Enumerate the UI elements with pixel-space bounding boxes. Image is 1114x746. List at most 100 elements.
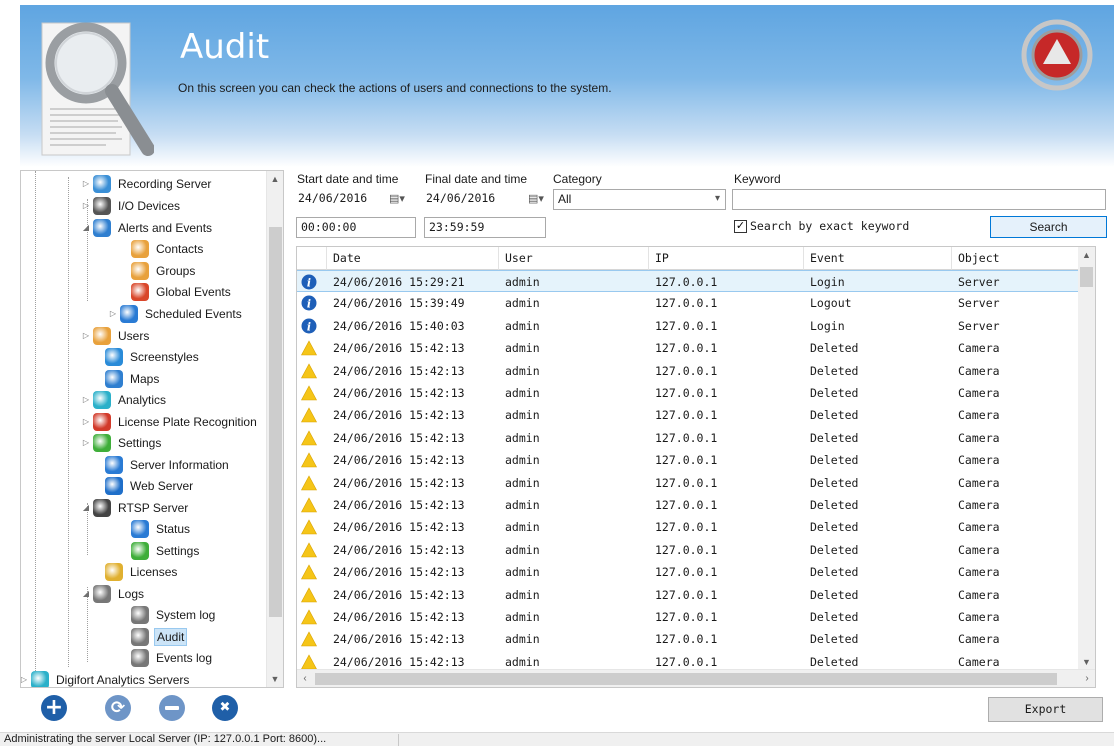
grid-header-object[interactable]: Object xyxy=(952,247,1081,270)
tree-item-recording-server[interactable]: ▷ Recording Server xyxy=(81,173,213,194)
start-time-input[interactable]: 00:00:00 xyxy=(296,217,416,238)
table-row[interactable]: 24/06/2016 15:42:13 admin 127.0.0.1 Deleted… xyxy=(297,606,1081,628)
tree-item-digifort-analytics-servers[interactable]: ▷ Digifort Analytics Servers xyxy=(21,669,191,687)
table-row[interactable]: 24/06/2016 15:42:13 admin 127.0.0.1 Deleted… xyxy=(297,337,1081,359)
recording-server-icon xyxy=(93,174,111,193)
final-time-input[interactable]: 23:59:59 xyxy=(424,217,546,238)
audit-grid[interactable]: Date User IP Event Object i 24/06/2016 15… xyxy=(296,246,1096,688)
table-row[interactable]: 24/06/2016 15:42:13 admin 127.0.0.1 Deleted… xyxy=(297,561,1081,583)
licenses-icon xyxy=(105,562,123,581)
exact-keyword-checkbox[interactable]: ✓ xyxy=(734,220,747,233)
tree-item-maps[interactable]: Maps xyxy=(93,368,161,389)
table-row[interactable]: 24/06/2016 15:42:13 admin 127.0.0.1 Deleted… xyxy=(297,360,1081,382)
search-button[interactable]: Search xyxy=(990,216,1107,238)
scroll-down-icon[interactable]: ▼ xyxy=(1078,654,1095,670)
expand-toggle-icon[interactable]: ▷ xyxy=(108,309,118,318)
tree-scroll-thumb[interactable] xyxy=(269,227,282,617)
tree-item-system-log[interactable]: System log xyxy=(119,604,217,625)
calendar-dropdown-icon[interactable]: ▤▾ xyxy=(389,192,405,205)
cell-ip: 127.0.0.1 xyxy=(655,386,718,400)
expand-toggle-icon[interactable]: ◢ xyxy=(81,589,91,598)
tree-item-users[interactable]: ▷ Users xyxy=(81,325,151,346)
tree-item-alerts-and-events[interactable]: ◢ Alerts and Events xyxy=(81,217,214,238)
table-row[interactable]: 24/06/2016 15:42:13 admin 127.0.0.1 Deleted… xyxy=(297,584,1081,606)
tree-item-events-log[interactable]: Events log xyxy=(119,647,214,668)
table-row[interactable]: 24/06/2016 15:42:13 admin 127.0.0.1 Deleted… xyxy=(297,628,1081,650)
tree-item-licenses[interactable]: Licenses xyxy=(93,561,179,582)
calendar-dropdown-icon[interactable]: ▤▾ xyxy=(528,192,544,205)
remove-button[interactable] xyxy=(159,695,185,721)
grid-header-ip[interactable]: IP xyxy=(649,247,804,270)
table-row[interactable]: 24/06/2016 15:42:13 admin 127.0.0.1 Deleted… xyxy=(297,382,1081,404)
expand-toggle-icon[interactable]: ◢ xyxy=(81,503,91,512)
expand-toggle-icon[interactable]: ▷ xyxy=(81,438,91,447)
expand-toggle-icon[interactable]: ▷ xyxy=(21,675,29,684)
tree-item-settings[interactable]: Settings xyxy=(119,540,201,561)
expand-toggle-icon[interactable]: ◢ xyxy=(81,223,91,232)
grid-header-user[interactable]: User xyxy=(499,247,649,270)
license-plate-icon xyxy=(93,412,111,431)
grid-vertical-thumb[interactable] xyxy=(1080,267,1093,287)
tree-item-contacts[interactable]: Contacts xyxy=(119,238,205,259)
cell-ip: 127.0.0.1 xyxy=(655,475,718,490)
scroll-up-icon[interactable]: ▲ xyxy=(267,171,283,187)
analytics-servers-icon xyxy=(31,670,49,687)
export-button[interactable]: Export xyxy=(988,697,1103,722)
tree-item-audit[interactable]: Audit xyxy=(119,626,188,647)
expand-toggle-icon[interactable]: ▷ xyxy=(81,417,91,426)
tree-item-scheduled-events[interactable]: ▷ Scheduled Events xyxy=(108,303,244,324)
tree-scrollbar[interactable]: ▲ ▼ xyxy=(266,171,283,687)
tree-item-status[interactable]: Status xyxy=(119,518,192,539)
chevron-down-icon[interactable]: ▾ xyxy=(715,193,720,204)
cell-user: admin xyxy=(505,341,540,356)
tree-item-groups[interactable]: Groups xyxy=(119,260,197,281)
expand-toggle-icon[interactable]: ▷ xyxy=(81,331,91,340)
grid-horizontal-scrollbar[interactable]: ‹ › xyxy=(297,669,1095,687)
table-row[interactable]: i 24/06/2016 15:40:03 admin 127.0.0.1 Login S… xyxy=(297,315,1081,337)
tree-item-web-server[interactable]: Web Server xyxy=(93,475,195,496)
tree-item-logs[interactable]: ◢ Logs xyxy=(81,583,146,604)
navigation-tree[interactable]: ▷ Recording Server ▷ I/O Devices ◢ Alerts and… xyxy=(20,170,284,688)
tree-item-analytics[interactable]: ▷ Analytics xyxy=(81,389,168,410)
page-header: Audit On this screen you can check the a… xyxy=(20,5,1114,167)
grid-header-event[interactable]: Event xyxy=(804,247,952,270)
add-button[interactable]: + xyxy=(41,695,67,721)
cell-ip: 127.0.0.1 xyxy=(655,587,718,602)
tree-item-license-plate-recognition[interactable]: ▷ License Plate Recognition xyxy=(81,411,259,432)
tree-item-label: Scheduled Events xyxy=(145,306,242,321)
status-bar: Administrating the server Local Server (… xyxy=(0,732,1114,746)
table-row[interactable]: 24/06/2016 15:42:13 admin 127.0.0.1 Deleted… xyxy=(297,494,1081,516)
scroll-left-icon[interactable]: ‹ xyxy=(297,670,313,687)
table-row[interactable]: 24/06/2016 15:42:13 admin 127.0.0.1 Deleted… xyxy=(297,427,1081,449)
scroll-up-icon[interactable]: ▲ xyxy=(1078,247,1095,263)
table-row[interactable]: 24/06/2016 15:42:13 admin 127.0.0.1 Deleted… xyxy=(297,404,1081,426)
table-row[interactable]: 24/06/2016 15:42:13 admin 127.0.0.1 Deleted… xyxy=(297,539,1081,561)
cancel-button[interactable]: ✖ xyxy=(212,695,238,721)
scroll-right-icon[interactable]: › xyxy=(1079,670,1095,687)
table-row[interactable]: 24/06/2016 15:42:13 admin 127.0.0.1 Deleted… xyxy=(297,449,1081,471)
refresh-button[interactable]: ⟳ xyxy=(105,695,131,721)
expand-toggle-icon[interactable]: ▷ xyxy=(81,201,91,210)
grid-header-date[interactable]: Date xyxy=(327,247,499,270)
table-row[interactable]: 24/06/2016 15:42:13 admin 127.0.0.1 Deleted… xyxy=(297,516,1081,538)
cell-date: 24/06/2016 15:42:13 xyxy=(333,587,465,602)
scroll-down-icon[interactable]: ▼ xyxy=(267,671,283,687)
grid-vertical-scrollbar[interactable]: ▲ ▼ xyxy=(1078,247,1095,670)
tree-item-global-events[interactable]: Global Events xyxy=(119,281,233,302)
table-row[interactable]: i 24/06/2016 15:29:21 admin 127.0.0.1 Login S… xyxy=(297,270,1081,293)
tree-item-settings[interactable]: ▷ Settings xyxy=(81,432,163,453)
info-icon: i xyxy=(301,318,317,334)
expand-toggle-icon[interactable]: ▷ xyxy=(81,395,91,404)
tree-item-screenstyles[interactable]: Screenstyles xyxy=(93,346,201,367)
start-time-value: 00:00:00 xyxy=(301,220,357,234)
table-row[interactable]: 24/06/2016 15:42:13 admin 127.0.0.1 Deleted… xyxy=(297,472,1081,494)
grid-horizontal-thumb[interactable] xyxy=(315,673,1057,685)
cell-date: 24/06/2016 15:42:13 xyxy=(333,430,465,445)
tree-item-i-o-devices[interactable]: ▷ I/O Devices xyxy=(81,195,182,216)
keyword-input[interactable] xyxy=(732,189,1106,210)
tree-item-server-information[interactable]: Server Information xyxy=(93,454,231,475)
tree-item-rtsp-server[interactable]: ◢ RTSP Server xyxy=(81,497,190,518)
category-select[interactable]: All ▾ xyxy=(553,189,726,210)
table-row[interactable]: i 24/06/2016 15:39:49 admin 127.0.0.1 Logout… xyxy=(297,292,1081,314)
expand-toggle-icon[interactable]: ▷ xyxy=(81,179,91,188)
